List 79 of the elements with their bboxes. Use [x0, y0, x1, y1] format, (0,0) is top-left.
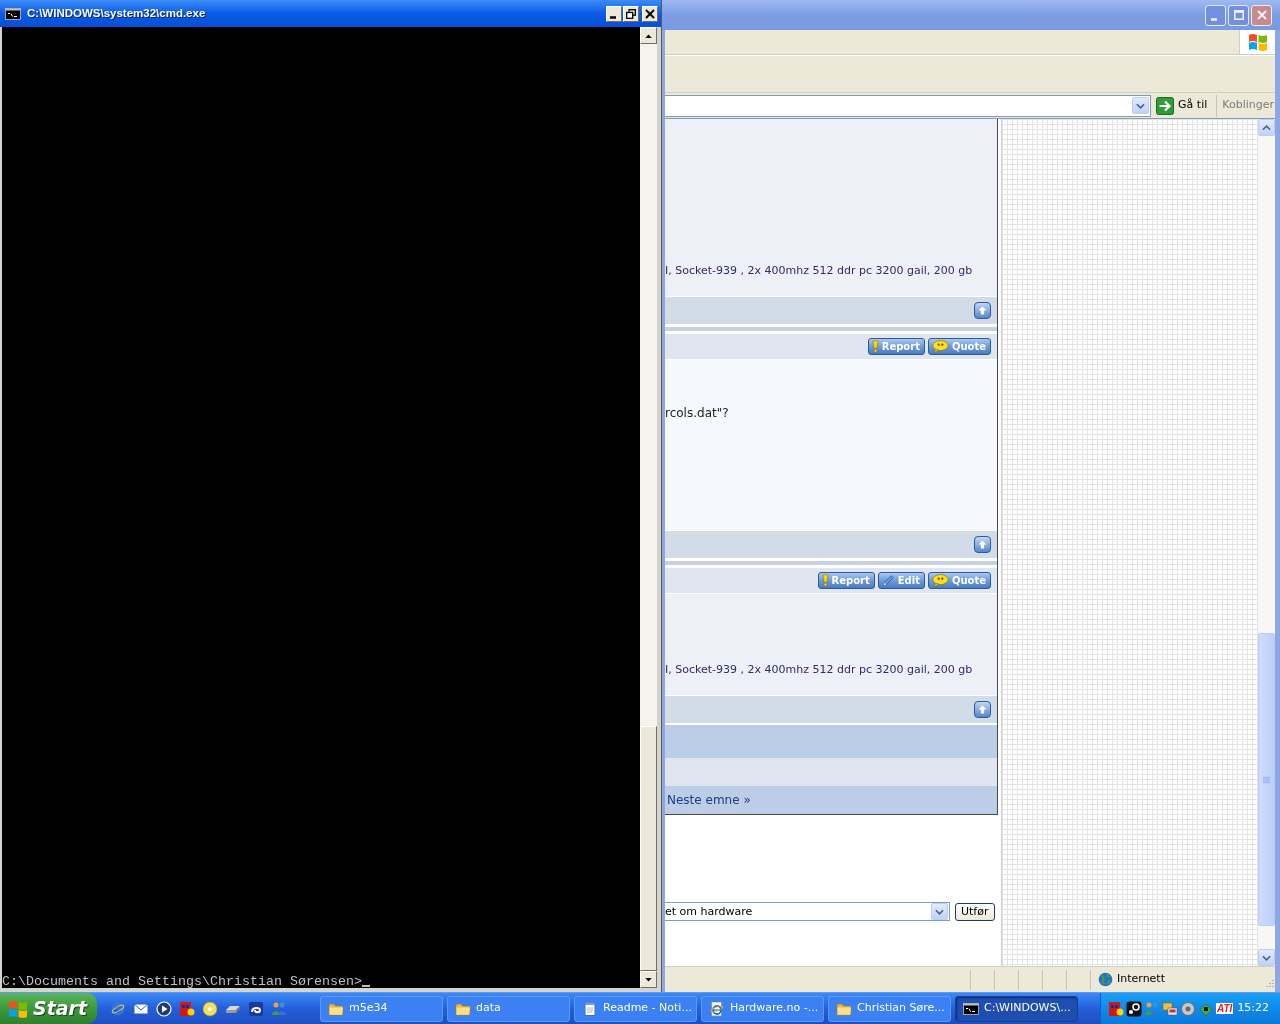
grip-icon [1263, 775, 1270, 784]
down-chevron-icon [935, 908, 944, 915]
right-arrow-icon [1156, 96, 1175, 115]
pencil-icon [881, 574, 895, 587]
folder-icon [328, 1000, 344, 1017]
post-text: rcols.dat"? [665, 406, 730, 421]
orbit-ring-icon [110, 1000, 126, 1017]
swirl-icon [248, 1000, 264, 1017]
folder-icon [836, 1000, 852, 1017]
exclamation-icon [871, 340, 879, 353]
edit-button[interactable]: Edit [877, 572, 925, 589]
report-button[interactable]: Report [867, 338, 925, 355]
forum-jump-select[interactable]: et om hardware [665, 902, 950, 921]
flag-logo-icon [8, 998, 28, 1019]
people-icon [271, 1000, 287, 1017]
taskbar-button[interactable]: m5e34 [320, 995, 443, 1022]
quote-button[interactable]: Quote [927, 338, 991, 355]
security-zone-label: Internett [1117, 971, 1165, 988]
report-button[interactable]: Report [817, 572, 875, 589]
start-button[interactable]: Start [0, 993, 97, 1024]
back-to-top-button[interactable] [974, 701, 991, 718]
scroll-thumb[interactable] [1258, 633, 1275, 926]
up-arrow-icon [978, 540, 987, 549]
up-chevron-icon [1262, 124, 1271, 131]
taskbar-button[interactable]: Hardware.no -... [701, 995, 824, 1022]
speaker-icon [1180, 1000, 1196, 1017]
folder-icon [455, 1000, 471, 1017]
maximize-icon [1233, 10, 1244, 20]
down-triangle-icon [645, 977, 652, 982]
minimize-icon [1211, 17, 1217, 21]
disc-icon [202, 1000, 218, 1017]
restore-button[interactable] [623, 5, 639, 22]
close-icon [645, 8, 655, 19]
console-icon [963, 1000, 979, 1017]
next-topic-link[interactable]: Neste emne » [667, 791, 751, 809]
speech-bubble-icon [931, 340, 949, 353]
go-submit-button[interactable]: Utfør [955, 902, 995, 921]
speech-bubble-icon [931, 574, 949, 587]
restore-icon [626, 8, 636, 19]
close-icon [1256, 10, 1267, 20]
console-icon [5, 5, 21, 22]
up-arrow-icon [978, 705, 987, 714]
address-field[interactable] [665, 94, 1152, 117]
web-page-icon [709, 1000, 725, 1017]
window-title: C:\WINDOWS\system32\cmd.exe [27, 5, 206, 21]
post-signature: I, Socket-939 , 2x 400mhz 512 ddr pc 3200 gail, 200 gb [665, 663, 974, 676]
links-button[interactable]: Koblinger [1221, 94, 1275, 117]
monitor-icon [1162, 1000, 1178, 1017]
taskbar-button[interactable]: data [447, 995, 570, 1022]
people-icon [1144, 1000, 1160, 1017]
clock: 15:22 [1237, 1000, 1271, 1017]
address-dropdown-button[interactable] [1132, 97, 1150, 114]
down-chevron-icon [1136, 102, 1146, 109]
exclamation-icon [821, 574, 829, 587]
command-prompt: C:\Documents and Settings\Christian Sørensen> [2, 975, 362, 988]
taskbar-button[interactable]: Readme - Noti... [574, 995, 697, 1022]
globe-icon [1098, 972, 1113, 987]
back-to-top-button[interactable] [974, 302, 991, 319]
taskbar-button[interactable]: C:\WINDOWS\... [955, 995, 1078, 1022]
quote-button[interactable]: Quote [927, 572, 991, 589]
play-icon [156, 1000, 172, 1017]
up-triangle-icon [645, 33, 652, 38]
maximize-button[interactable] [1228, 4, 1249, 26]
notepad-icon [582, 1000, 598, 1017]
resize-grip-icon [1263, 978, 1275, 990]
minimize-icon [610, 15, 616, 19]
building-icon [179, 1000, 195, 1017]
post-signature: I, Socket-939 , 2x 400mhz 512 ddr pc 3200 gail, 200 gb [665, 264, 974, 277]
back-to-top-button[interactable] [974, 536, 991, 553]
down-chevron-icon [1262, 954, 1271, 961]
text-cursor [361, 985, 370, 987]
flag-logo-icon [1247, 32, 1268, 52]
taskbar-button[interactable]: Christian Søre... [828, 995, 951, 1022]
building-icon [1108, 1000, 1124, 1017]
go-button[interactable]: Gå til [1155, 94, 1213, 117]
envelope-icon [133, 1000, 149, 1017]
up-arrow-icon [978, 306, 987, 315]
logo-text: ATI [1216, 1003, 1234, 1014]
select-dropdown-button[interactable] [931, 903, 948, 920]
